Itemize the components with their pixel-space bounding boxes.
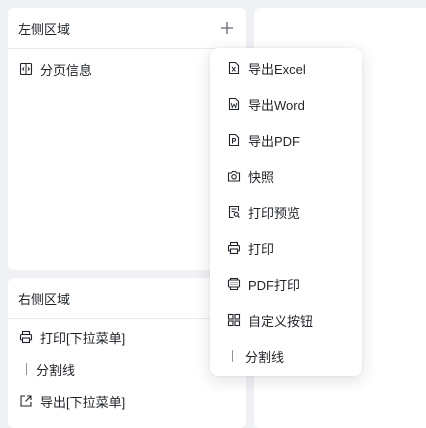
menu-item-export-pdf[interactable]: 导出PDF xyxy=(210,122,362,158)
menu-item-label: PDF打印 xyxy=(248,277,301,293)
excel-file-icon xyxy=(226,60,242,76)
menu-item-export-word[interactable]: 导出Word xyxy=(210,86,362,122)
menu-item-print-preview[interactable]: 打印预览 xyxy=(210,194,362,230)
left-area-title: 左侧区域 xyxy=(18,21,71,37)
left-area-header: 左侧区域 xyxy=(8,8,246,49)
menu-item-print[interactable]: 打印 xyxy=(210,230,362,266)
list-item-export-dropdown[interactable]: 导出[下拉菜单] xyxy=(8,385,246,417)
menu-item-label: 分割线 xyxy=(245,349,285,365)
menu-item-export-excel[interactable]: 导出Excel xyxy=(210,50,362,86)
add-button[interactable] xyxy=(218,19,236,37)
menu-item-pdf-print[interactable]: PDF打印 xyxy=(210,266,362,302)
menu-item-label: 自定义按钮 xyxy=(248,313,314,329)
list-item-label: 导出[下拉菜单] xyxy=(40,394,126,410)
pdf-file-icon xyxy=(226,132,242,148)
print-preview-icon xyxy=(226,204,242,220)
menu-item-divider[interactable]: 分割线 xyxy=(210,338,362,374)
menu-item-label: 导出Word xyxy=(248,97,305,113)
word-file-icon xyxy=(226,96,242,112)
pdf-print-icon xyxy=(226,276,242,292)
pagination-icon xyxy=(18,61,34,77)
right-area-title: 右侧区域 xyxy=(18,291,71,307)
menu-item-label: 打印 xyxy=(248,241,275,257)
plus-icon xyxy=(221,22,233,34)
grid-icon xyxy=(226,312,242,328)
list-item-label: 分割线 xyxy=(36,362,76,378)
list-item-label: 打印[下拉菜单] xyxy=(40,330,126,346)
menu-item-label: 打印预览 xyxy=(248,205,301,221)
menu-item-label: 导出PDF xyxy=(248,133,301,149)
menu-item-label: 快照 xyxy=(248,169,275,185)
printer-icon xyxy=(226,240,242,256)
list-item-label: 分页信息 xyxy=(40,62,93,78)
menu-item-snapshot[interactable]: 快照 xyxy=(210,158,362,194)
printer-icon xyxy=(18,329,34,345)
add-component-menu: 导出Excel 导出Word 导出PDF 快照 打印预览 打印 PDF打印 自定… xyxy=(210,48,362,376)
divider-icon xyxy=(26,363,27,375)
menu-item-label: 导出Excel xyxy=(248,61,306,77)
export-icon xyxy=(18,393,34,409)
camera-icon xyxy=(226,168,242,184)
menu-item-custom-button[interactable]: 自定义按钮 xyxy=(210,302,362,338)
divider-icon xyxy=(232,350,233,362)
